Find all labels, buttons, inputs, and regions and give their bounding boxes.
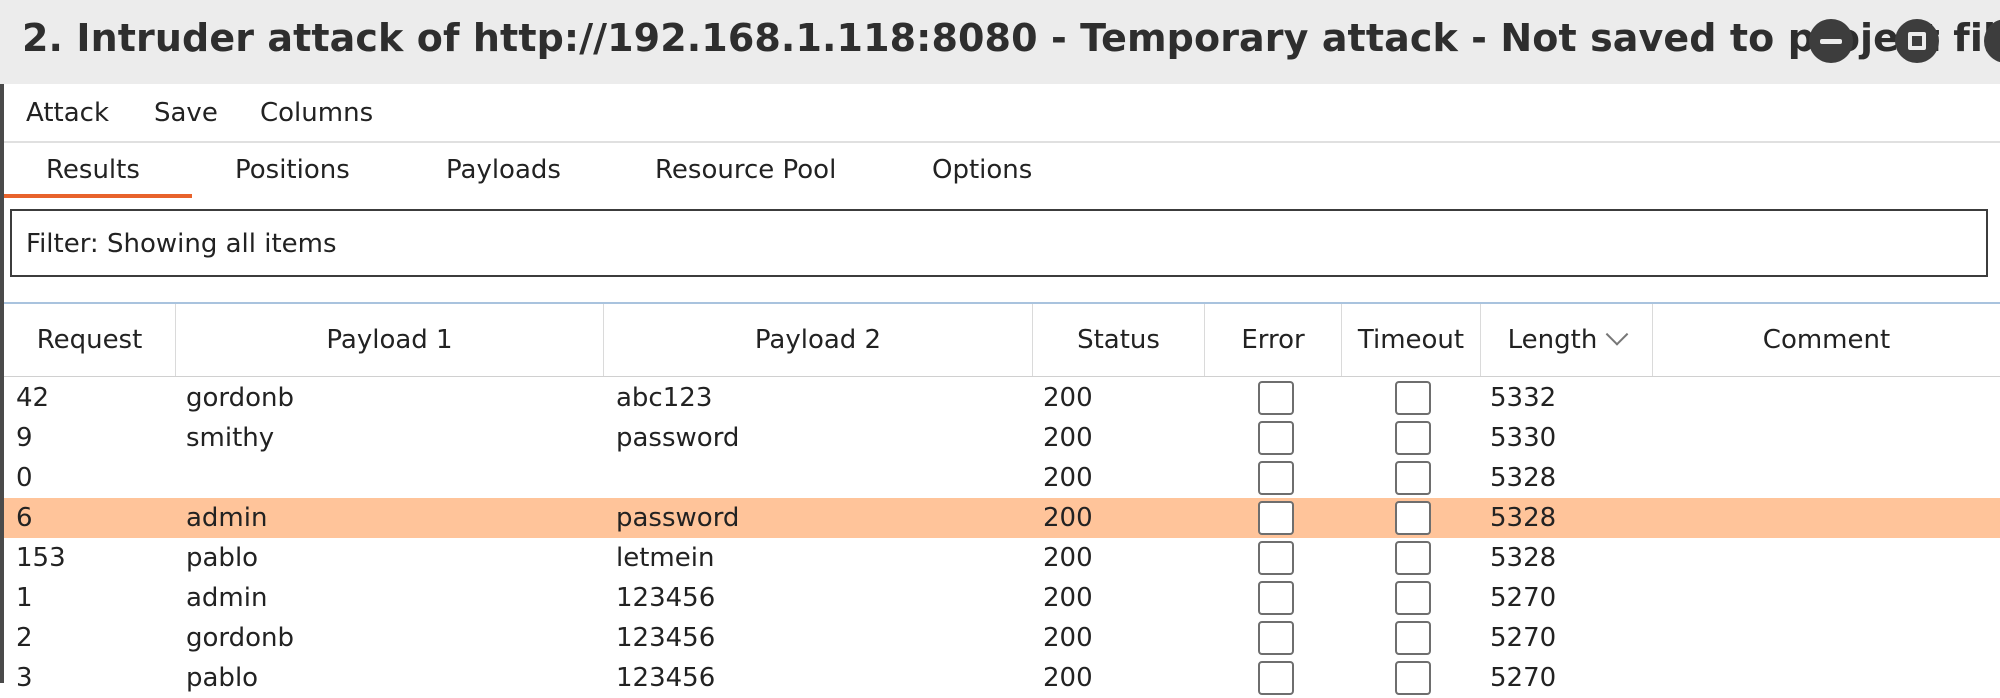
column-header-payload2[interactable]: Payload 2 bbox=[604, 304, 1033, 376]
timeout-checkbox[interactable] bbox=[1395, 661, 1431, 695]
cell-status: 200 bbox=[1043, 503, 1093, 533]
minimize-button[interactable] bbox=[1809, 19, 1853, 63]
error-checkbox[interactable] bbox=[1258, 501, 1294, 535]
cell-length: 5328 bbox=[1490, 463, 1557, 493]
table-row[interactable]: 3 pablo 123456 200 5270 bbox=[4, 658, 2000, 698]
cell-status: 200 bbox=[1043, 543, 1093, 573]
tab-options[interactable]: Options bbox=[932, 155, 1032, 185]
cell-payload1: pablo bbox=[186, 663, 259, 693]
column-header-label: Timeout bbox=[1357, 325, 1465, 355]
cell-request: 1 bbox=[16, 583, 33, 613]
cell-payload2: letmein bbox=[616, 543, 715, 573]
column-header-label: Length bbox=[1507, 325, 1598, 355]
cell-status: 200 bbox=[1043, 663, 1093, 693]
menu-bar: Attack Save Columns bbox=[4, 84, 2000, 143]
error-checkbox[interactable] bbox=[1258, 461, 1294, 495]
error-checkbox[interactable] bbox=[1258, 661, 1294, 695]
cell-length: 5328 bbox=[1490, 543, 1557, 573]
cell-length: 5328 bbox=[1490, 503, 1557, 533]
cell-payload1: gordonb bbox=[186, 623, 295, 653]
cell-payload1: pablo bbox=[186, 543, 259, 573]
column-header-label: Error bbox=[1241, 325, 1305, 355]
column-header-label: Payload 1 bbox=[326, 325, 453, 355]
column-header-label: Comment bbox=[1762, 325, 1891, 355]
minimize-icon bbox=[1820, 38, 1842, 44]
cell-request: 6 bbox=[16, 503, 33, 533]
cell-payload1: admin bbox=[186, 503, 268, 533]
tab-payloads[interactable]: Payloads bbox=[446, 155, 561, 185]
cell-request: 9 bbox=[16, 423, 33, 453]
cell-payload1: smithy bbox=[186, 423, 275, 453]
timeout-checkbox[interactable] bbox=[1395, 421, 1431, 455]
cell-length: 5270 bbox=[1490, 623, 1557, 653]
cell-request: 0 bbox=[16, 463, 33, 493]
cell-length: 5270 bbox=[1490, 583, 1557, 613]
cell-length: 5332 bbox=[1490, 383, 1557, 413]
cell-status: 200 bbox=[1043, 423, 1093, 453]
cell-request: 153 bbox=[16, 543, 66, 573]
cell-payload1: admin bbox=[186, 583, 268, 613]
column-header-comment[interactable]: Comment bbox=[1653, 304, 2000, 376]
column-header-label: Request bbox=[36, 325, 143, 355]
table-header: Request Payload 1 Payload 2 Status Error… bbox=[4, 304, 2000, 377]
timeout-checkbox[interactable] bbox=[1395, 541, 1431, 575]
timeout-checkbox[interactable] bbox=[1395, 381, 1431, 415]
tab-positions[interactable]: Positions bbox=[235, 155, 350, 185]
filter-bar[interactable]: Filter: Showing all items bbox=[10, 209, 1988, 277]
table-row[interactable]: 6 admin password 200 5328 bbox=[4, 498, 2000, 538]
tab-bar: Results Positions Payloads Resource Pool… bbox=[4, 143, 2000, 201]
maximize-icon bbox=[1908, 32, 1926, 50]
error-checkbox[interactable] bbox=[1258, 421, 1294, 455]
column-header-request[interactable]: Request bbox=[4, 304, 176, 376]
cell-payload2: 123456 bbox=[616, 663, 716, 693]
cell-payload2: password bbox=[616, 423, 740, 453]
table-row[interactable]: 153 pablo letmein 200 5328 bbox=[4, 538, 2000, 578]
sort-descending-icon bbox=[1606, 323, 1629, 346]
column-header-payload1[interactable]: Payload 1 bbox=[176, 304, 604, 376]
cell-status: 200 bbox=[1043, 383, 1093, 413]
tab-resource-pool[interactable]: Resource Pool bbox=[655, 155, 836, 185]
cell-request: 42 bbox=[16, 383, 50, 413]
timeout-checkbox[interactable] bbox=[1395, 581, 1431, 615]
table-row[interactable]: 42 gordonb abc123 200 5332 bbox=[4, 378, 2000, 418]
cell-request: 3 bbox=[16, 663, 33, 693]
cell-status: 200 bbox=[1043, 583, 1093, 613]
cell-payload2: 123456 bbox=[616, 583, 716, 613]
table-row[interactable]: 0 200 5328 bbox=[4, 458, 2000, 498]
menu-save[interactable]: Save bbox=[154, 98, 218, 128]
error-checkbox[interactable] bbox=[1258, 541, 1294, 575]
table-row[interactable]: 2 gordonb 123456 200 5270 bbox=[4, 618, 2000, 658]
error-checkbox[interactable] bbox=[1258, 621, 1294, 655]
error-checkbox[interactable] bbox=[1258, 581, 1294, 615]
table-row[interactable]: 1 admin 123456 200 5270 bbox=[4, 578, 2000, 618]
filter-text: Filter: Showing all items bbox=[26, 229, 337, 259]
menu-columns[interactable]: Columns bbox=[260, 98, 373, 128]
table-row[interactable]: 9 smithy password 200 5330 bbox=[4, 418, 2000, 458]
cell-payload2: abc123 bbox=[616, 383, 713, 413]
title-bar: 2. Intruder attack of http://192.168.1.1… bbox=[0, 0, 2000, 85]
cell-payload2: 123456 bbox=[616, 623, 716, 653]
active-tab-indicator bbox=[4, 194, 192, 198]
timeout-checkbox[interactable] bbox=[1395, 461, 1431, 495]
cell-length: 5330 bbox=[1490, 423, 1557, 453]
timeout-checkbox[interactable] bbox=[1395, 621, 1431, 655]
cell-status: 200 bbox=[1043, 623, 1093, 653]
cell-request: 2 bbox=[16, 623, 33, 653]
tab-results[interactable]: Results bbox=[46, 155, 140, 185]
menu-attack[interactable]: Attack bbox=[26, 98, 109, 128]
error-checkbox[interactable] bbox=[1258, 381, 1294, 415]
cell-status: 200 bbox=[1043, 463, 1093, 493]
cell-length: 5270 bbox=[1490, 663, 1557, 693]
column-header-length[interactable]: Length bbox=[1481, 304, 1653, 376]
column-header-status[interactable]: Status bbox=[1033, 304, 1205, 376]
maximize-button[interactable] bbox=[1895, 19, 1939, 63]
cell-payload1: gordonb bbox=[186, 383, 295, 413]
column-header-label: Status bbox=[1077, 325, 1160, 355]
column-header-label: Payload 2 bbox=[754, 325, 882, 355]
column-header-timeout[interactable]: Timeout bbox=[1342, 304, 1481, 376]
cell-payload2: password bbox=[616, 503, 740, 533]
timeout-checkbox[interactable] bbox=[1395, 501, 1431, 535]
window-title: 2. Intruder attack of http://192.168.1.1… bbox=[22, 16, 2000, 60]
column-header-error[interactable]: Error bbox=[1205, 304, 1342, 376]
